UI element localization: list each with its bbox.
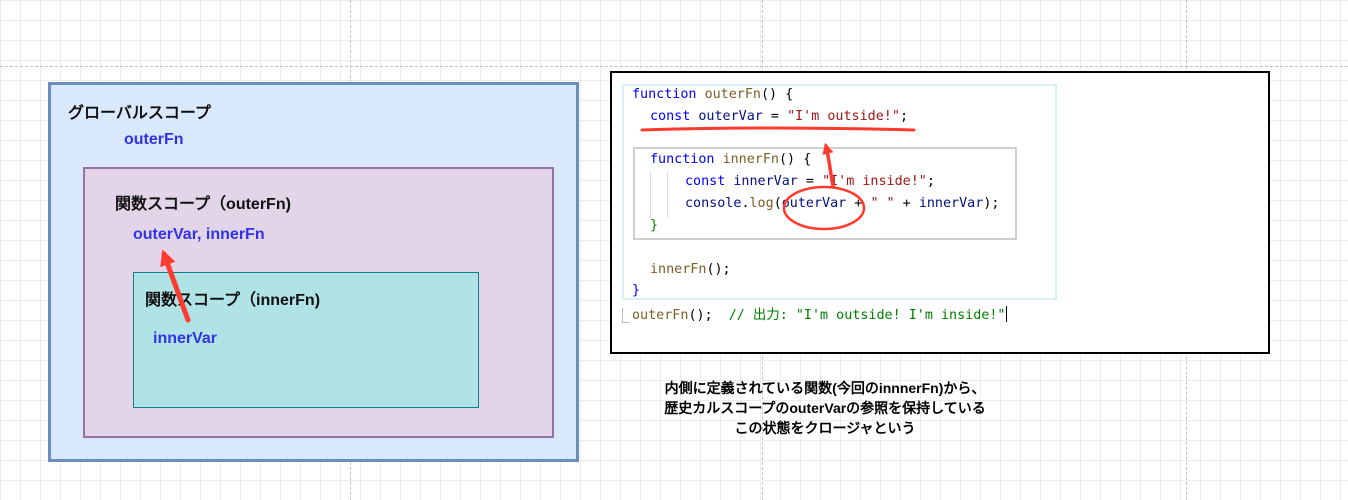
outer-var-reference-circle (782, 185, 866, 231)
code-reference-arrow (822, 142, 835, 188)
diagram-reference-arrow (160, 249, 191, 323)
annotation-overlay (160, 126, 916, 323)
outer-var-underline (640, 126, 916, 132)
